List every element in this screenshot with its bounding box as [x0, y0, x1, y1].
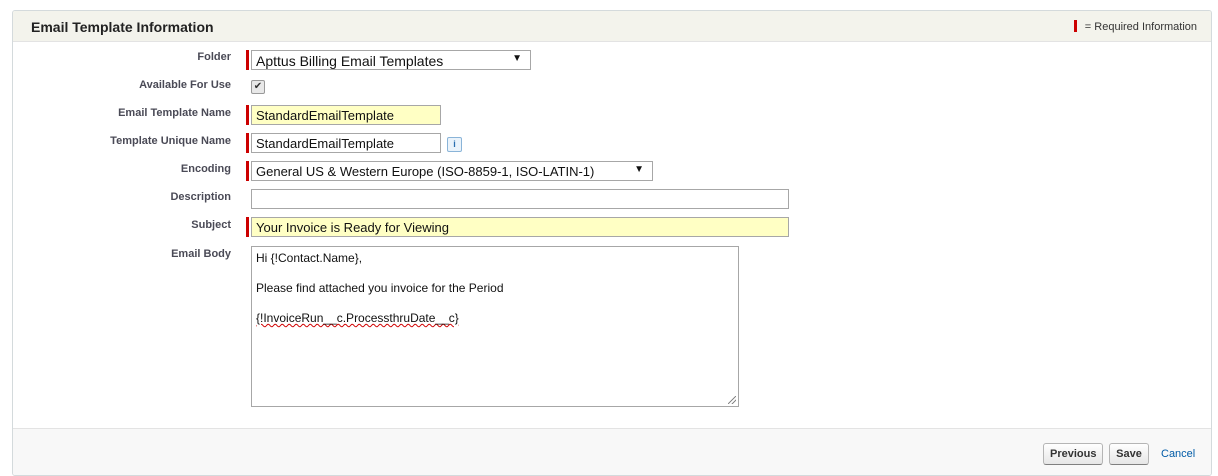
- template-name-label: Email Template Name: [118, 107, 231, 119]
- encoding-label: Encoding: [180, 163, 231, 175]
- button-bar: Previous Save Cancel: [13, 428, 1211, 475]
- encoding-select-value: General US & Western Europe (ISO-8859-1,…: [256, 164, 595, 179]
- cancel-link[interactable]: Cancel: [1161, 448, 1195, 460]
- encoding-row: Encoding General US & Western Europe (IS…: [13, 159, 1211, 181]
- previous-button[interactable]: Previous: [1043, 443, 1103, 465]
- subject-input[interactable]: [251, 217, 789, 237]
- info-icon[interactable]: i: [447, 137, 462, 152]
- available-row: Available For Use ✔: [13, 75, 1211, 97]
- email-body-line: Hi {!Contact.Name},: [256, 251, 363, 265]
- email-template-panel: Email Template Information = Required In…: [12, 10, 1212, 476]
- template-name-input[interactable]: [251, 105, 441, 125]
- email-body-line: {!InvoiceRun__c.ProcessthruDate__c}: [256, 311, 459, 325]
- required-legend: = Required Information: [1073, 20, 1197, 33]
- required-marker: [246, 161, 249, 181]
- required-marker-icon: [1073, 20, 1077, 32]
- folder-select-value: Apttus Billing Email Templates: [256, 53, 444, 69]
- available-for-use-checkbox[interactable]: ✔: [251, 80, 265, 94]
- section-title: Email Template Information: [31, 19, 214, 35]
- unique-name-input[interactable]: [251, 133, 441, 153]
- email-body-textarea[interactable]: Hi {!Contact.Name}, Please find attached…: [251, 246, 739, 407]
- subject-row: Subject: [13, 215, 1211, 237]
- folder-row: Folder Apttus Billing Email Templates ▼: [13, 48, 1211, 70]
- section-header: Email Template Information = Required In…: [13, 11, 1211, 42]
- description-label: Description: [170, 191, 231, 203]
- template-name-row: Email Template Name: [13, 103, 1211, 125]
- unique-name-label: Template Unique Name: [110, 135, 231, 147]
- email-body-line: Please find attached you invoice for the…: [256, 281, 504, 295]
- dropdown-arrow-icon: ▼: [634, 164, 644, 175]
- email-body-label: Email Body: [171, 248, 231, 260]
- required-marker: [246, 50, 249, 70]
- save-button[interactable]: Save: [1109, 443, 1149, 465]
- folder-label: Folder: [197, 51, 231, 63]
- subject-label: Subject: [191, 219, 231, 231]
- unique-name-row: Template Unique Name i: [13, 131, 1211, 153]
- required-marker: [246, 217, 249, 237]
- email-body-row: Email Body Hi {!Contact.Name}, Please fi…: [13, 244, 1211, 414]
- resize-handle-icon[interactable]: [728, 396, 736, 404]
- required-legend-text: = Required Information: [1084, 21, 1197, 33]
- required-marker: [246, 133, 249, 153]
- available-for-use-label: Available For Use: [139, 79, 231, 91]
- description-row: Description: [13, 187, 1211, 209]
- required-marker: [246, 105, 249, 125]
- dropdown-arrow-icon: ▼: [512, 53, 522, 64]
- folder-select[interactable]: Apttus Billing Email Templates ▼: [251, 50, 531, 70]
- form-body: Folder Apttus Billing Email Templates ▼ …: [13, 42, 1211, 428]
- encoding-select[interactable]: General US & Western Europe (ISO-8859-1,…: [251, 161, 653, 181]
- description-input[interactable]: [251, 189, 789, 209]
